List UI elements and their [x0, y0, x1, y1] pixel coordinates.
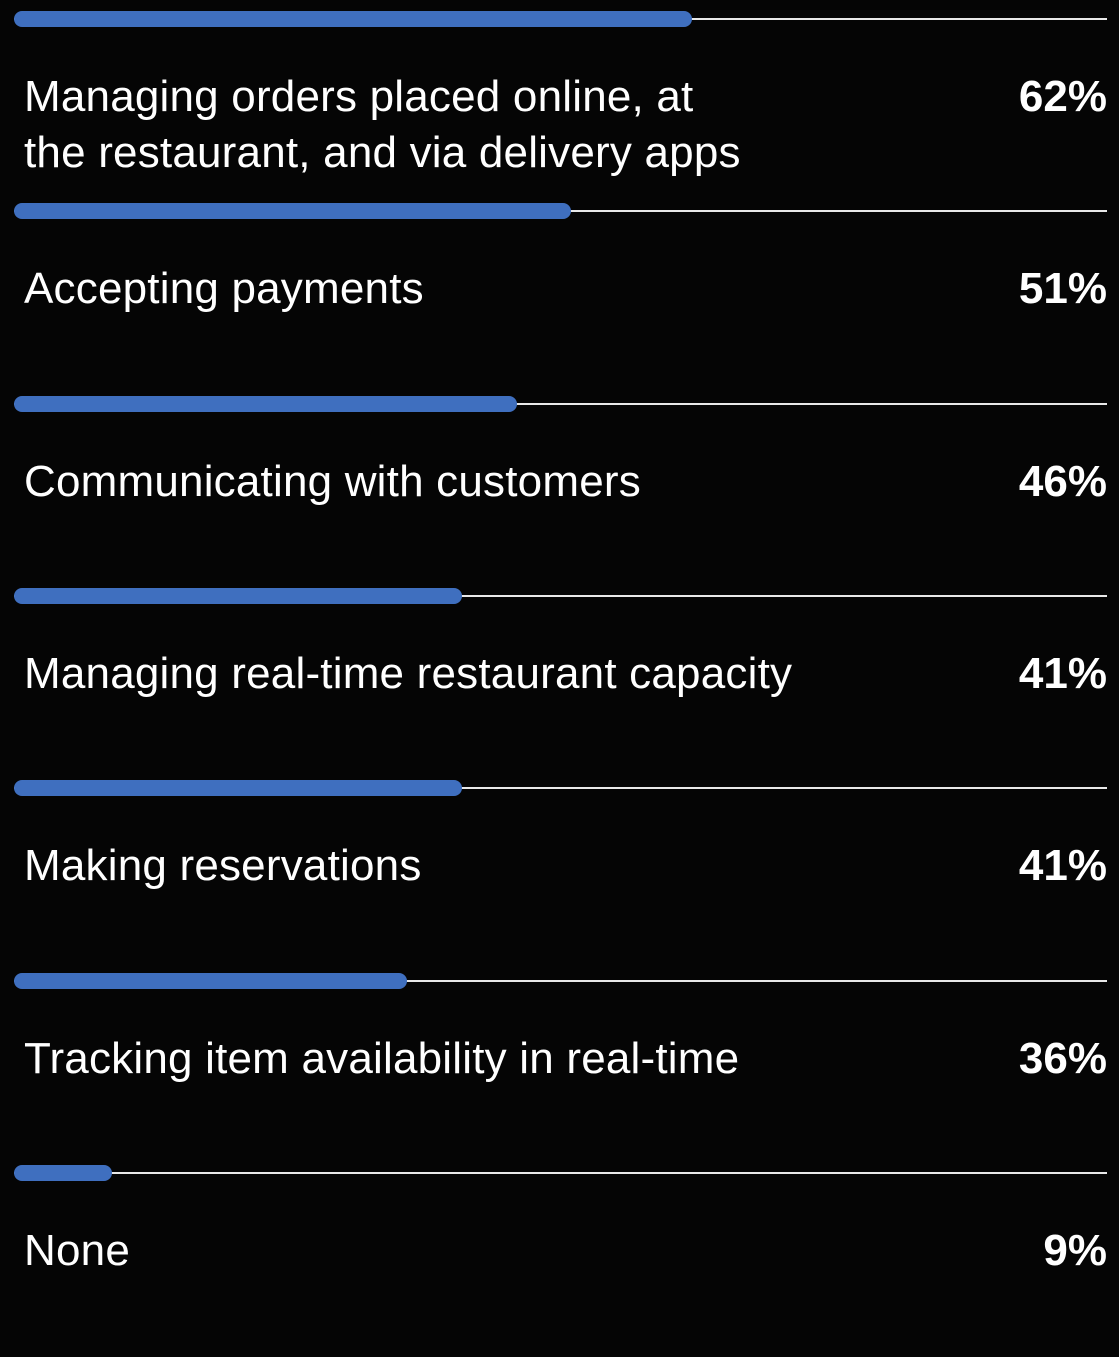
- chart-row: Managing orders placed online, at the re…: [0, 11, 1119, 203]
- bar-track: [14, 1171, 1107, 1174]
- value-label: 41%: [1018, 648, 1107, 698]
- chart-row: Communicating with customers 46%: [0, 395, 1119, 588]
- chart-row: Accepting payments 51%: [0, 203, 1119, 395]
- chart-row: Tracking item availability in real-time 3…: [0, 972, 1119, 1165]
- value-label: 41%: [1018, 841, 1107, 891]
- bar: [14, 395, 517, 412]
- category-label: Tracking item availability in real-time: [24, 1033, 740, 1083]
- value-label: 51%: [1018, 264, 1107, 314]
- category-label: Making reservations: [24, 841, 422, 891]
- value-label: 62%: [1018, 72, 1107, 121]
- bar: [14, 203, 572, 220]
- value-label: 46%: [1018, 456, 1107, 506]
- bar: [14, 780, 463, 797]
- chart-row: Managing real-time restaurant capacity 41…: [0, 587, 1119, 780]
- value-label: 9%: [1043, 1225, 1107, 1275]
- chart-row: None 9%: [0, 1164, 1119, 1357]
- horizontal-bar-chart: Managing orders placed online, at the re…: [0, 0, 1119, 1330]
- chart-row: Making reservations 41%: [0, 780, 1119, 972]
- category-label: Accepting payments: [24, 264, 424, 314]
- category-label: Managing orders placed online, at the re…: [24, 72, 741, 177]
- category-label: Communicating with customers: [24, 456, 641, 506]
- bar: [14, 587, 463, 604]
- bar: [14, 11, 692, 27]
- category-label: Managing real-time restaurant capacity: [24, 648, 793, 698]
- bar: [14, 1164, 113, 1181]
- category-label: None: [24, 1225, 130, 1275]
- value-label: 36%: [1018, 1033, 1107, 1083]
- bar: [14, 972, 408, 989]
